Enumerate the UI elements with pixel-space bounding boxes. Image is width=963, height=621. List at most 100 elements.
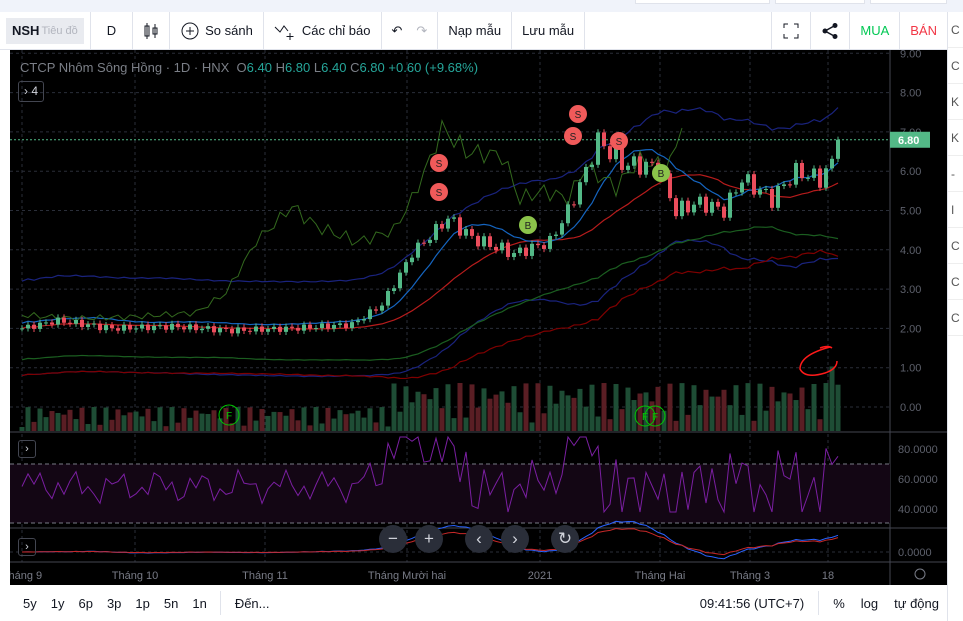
volume-bar: [133, 411, 139, 431]
volume-bar: [55, 413, 61, 431]
buy-button[interactable]: MUA: [850, 11, 901, 50]
chart-type-button[interactable]: [133, 11, 171, 50]
range-3p[interactable]: 3p: [100, 596, 128, 611]
top-tab[interactable]: [635, 0, 770, 4]
volume-bar: [721, 389, 727, 431]
candle-body: [704, 196, 708, 213]
candle-body: [26, 324, 30, 329]
volume-bar: [595, 416, 601, 431]
volume-bar: [499, 391, 505, 431]
interval-button[interactable]: D: [89, 11, 134, 50]
candle-body: [812, 168, 816, 178]
chart-area[interactable]: 9.008.007.006.005.004.003.002.001.000.00…: [2, 48, 947, 585]
volume-bar: [199, 413, 205, 431]
volume-bar: [463, 417, 469, 431]
volume-bar: [43, 417, 49, 431]
candle-body: [686, 200, 690, 213]
buy-label: MUA: [860, 23, 890, 38]
top-tab[interactable]: [775, 0, 865, 4]
volume-bar: [727, 405, 733, 431]
volume-bar: [427, 399, 433, 431]
share-icon: [822, 22, 838, 39]
volume-bar: [559, 390, 565, 431]
indicators-button[interactable]: Các chỉ báo: [264, 11, 382, 50]
candle-body: [350, 322, 354, 328]
price-tick: 1.00: [900, 363, 921, 375]
zoom-out-button[interactable]: −: [379, 525, 407, 553]
candle-body: [506, 242, 510, 257]
volume-bar: [283, 415, 289, 431]
candle-body: [302, 324, 306, 331]
percent-toggle[interactable]: %: [825, 596, 853, 611]
candle-body: [836, 139, 840, 159]
candle-body: [410, 257, 414, 263]
range-5y[interactable]: 5y: [16, 596, 44, 611]
range-1n[interactable]: 1n: [185, 596, 213, 611]
rsi-pane-toggle[interactable]: ›: [18, 440, 36, 458]
settings-gear-icon[interactable]: [914, 568, 926, 580]
chart-canvas[interactable]: 9.008.007.006.005.004.003.002.001.000.00…: [2, 48, 947, 585]
indicators-label: Các chỉ báo: [301, 23, 371, 38]
volume-bar: [295, 420, 301, 431]
range-5n[interactable]: 5n: [157, 596, 185, 611]
candle-body: [518, 247, 522, 254]
candle-body: [146, 324, 150, 331]
candle-body: [572, 204, 576, 206]
volume-bar: [139, 416, 145, 431]
candle-body: [650, 161, 654, 163]
top-strip: [0, 0, 963, 12]
indicators-toggle[interactable]: › 4: [18, 81, 45, 102]
undo-icon[interactable]: ↶: [392, 23, 403, 39]
open-value: 6.40: [246, 60, 272, 75]
volume-bar: [673, 420, 679, 431]
candle-body: [746, 174, 750, 183]
save-template-label: Lưu mẫu: [522, 23, 575, 38]
volume-bar: [739, 414, 745, 431]
volume-bar: [397, 411, 403, 431]
volume-bar: [115, 409, 121, 431]
redo-icon[interactable]: ↷: [416, 23, 427, 39]
macd-pane-toggle[interactable]: ›: [18, 538, 36, 556]
plus-circle-icon: [181, 22, 199, 39]
sell-button[interactable]: BÁN: [900, 12, 947, 50]
candle-body: [230, 328, 234, 334]
candle-body: [554, 234, 558, 236]
top-tab[interactable]: [870, 0, 947, 4]
price-tick: 3.00: [900, 284, 921, 296]
scroll-left-button[interactable]: ‹: [465, 525, 493, 553]
volume-bar: [439, 408, 445, 431]
compare-button[interactable]: So sánh: [170, 11, 264, 50]
save-template-button[interactable]: Lưu mẫu: [512, 11, 586, 50]
candle-body: [644, 161, 648, 175]
symbol-search[interactable]: NSH Tiêu đồ: [6, 17, 84, 44]
log-toggle[interactable]: log: [853, 596, 886, 611]
candle-body: [734, 192, 738, 194]
volume-bar: [511, 386, 517, 431]
volume-bar: [37, 408, 43, 431]
range-6p[interactable]: 6p: [71, 596, 99, 611]
volume-bar: [157, 407, 163, 431]
load-template-button[interactable]: Nạp mẫu: [438, 11, 513, 50]
range-1p[interactable]: 1p: [128, 596, 156, 611]
candle-body: [488, 236, 492, 247]
candle-body: [326, 323, 330, 329]
fullscreen-button[interactable]: [772, 11, 812, 50]
candle-body: [338, 323, 342, 325]
share-button[interactable]: [811, 11, 851, 50]
goto-date-button[interactable]: Đến...: [227, 596, 278, 611]
sell-label: BÁN: [910, 23, 937, 38]
open-label: O: [236, 60, 247, 75]
zoom-in-button[interactable]: +: [415, 525, 443, 553]
reset-button[interactable]: ↻: [551, 525, 579, 553]
clock-timezone[interactable]: 09:41:56 (UTC+7): [692, 596, 812, 611]
candle-body: [62, 317, 66, 323]
volume-bar: [793, 400, 799, 431]
volume-bar: [97, 424, 103, 431]
volume-bar: [775, 401, 781, 431]
range-1y[interactable]: 1y: [44, 596, 72, 611]
auto-scale-toggle[interactable]: tự động: [886, 596, 947, 611]
candle-body: [392, 288, 396, 292]
volume-bar: [79, 407, 85, 431]
scroll-right-button[interactable]: ›: [501, 525, 529, 553]
signal-label: S: [436, 159, 443, 170]
